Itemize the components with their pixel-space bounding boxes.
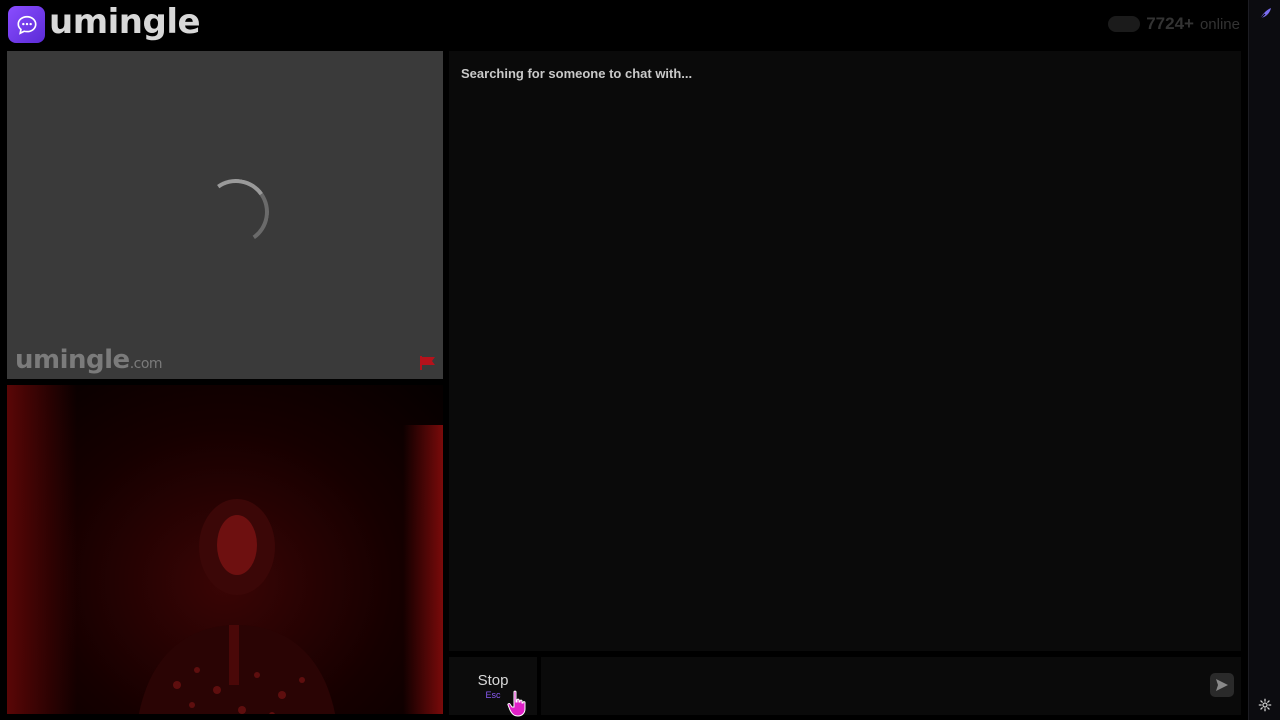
stop-label: Stop — [477, 672, 509, 689]
send-icon — [1216, 679, 1228, 691]
online-status-pill — [1108, 16, 1141, 32]
message-input[interactable] — [541, 657, 1241, 715]
video-light-right — [403, 425, 443, 714]
hand-pointer-cursor — [507, 690, 526, 717]
chat-bubble-icon — [16, 15, 37, 35]
watermark-tld: .com — [129, 356, 163, 372]
online-indicator: 7724+ online — [1108, 14, 1240, 34]
stranger-video: umingle.com — [7, 51, 443, 379]
send-button[interactable] — [1210, 673, 1234, 697]
loading-spinner — [197, 173, 275, 251]
feather-icon[interactable] — [1257, 6, 1273, 22]
online-label: online — [1199, 15, 1240, 33]
gear-icon[interactable] — [1258, 698, 1272, 712]
watermark-brand: umingle — [15, 345, 130, 375]
self-video — [7, 385, 443, 714]
search-status-message: Searching for someone to chat with... — [461, 66, 693, 81]
video-watermark: umingle.com — [15, 345, 163, 375]
right-rail — [1248, 0, 1280, 720]
webcam-person-silhouette — [138, 499, 336, 714]
chat-log: Searching for someone to chat with... — [449, 51, 1241, 651]
online-count: 7724+ — [1146, 14, 1194, 33]
stop-shortcut-hint: Esc — [485, 690, 501, 700]
logo-badge[interactable] — [8, 6, 45, 43]
brand-name[interactable]: umingle — [49, 2, 201, 42]
top-bar: umingle 7724+ online — [0, 0, 1248, 50]
video-light-left — [7, 385, 77, 714]
flag-icon[interactable] — [419, 355, 437, 371]
